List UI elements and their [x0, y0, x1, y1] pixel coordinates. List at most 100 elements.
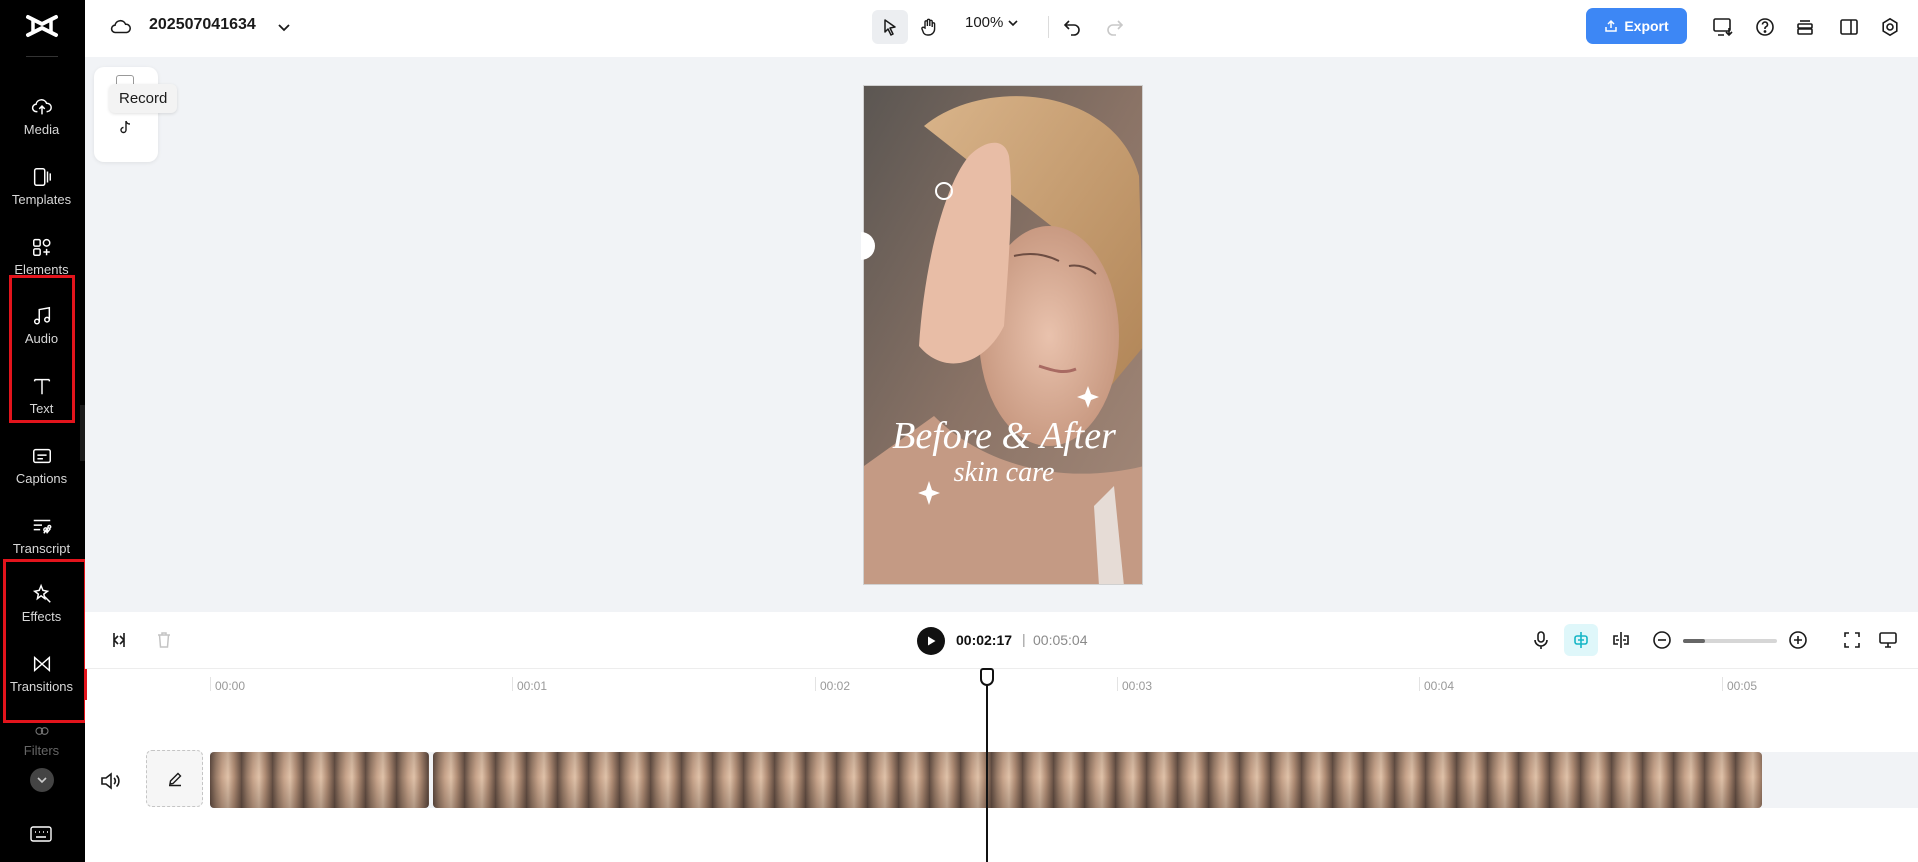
redo-button[interactable] [1097, 10, 1133, 44]
play-icon [928, 636, 936, 646]
timeline-display-button[interactable] [1874, 626, 1902, 654]
chevron-down-icon [1008, 19, 1018, 26]
sidebar-item-text[interactable]: Text [0, 365, 83, 431]
sidebar-item-label: Captions [15, 471, 68, 486]
magnet-icon [1574, 632, 1588, 648]
ruler-tick [1117, 677, 1118, 691]
stack-icon [1797, 20, 1813, 35]
ruler-label: 00:03 [1122, 679, 1153, 693]
fit-timeline-button[interactable] [1838, 626, 1866, 654]
sidebar-item-label: Filters [23, 743, 60, 758]
hand-tool-button[interactable] [911, 10, 947, 44]
ruler-label: 00:05 [1727, 679, 1758, 693]
sidebar: Media Templates Elements Audio Text Capt… [0, 0, 87, 862]
side-panel-icon [1840, 19, 1858, 35]
sidebar-item-label: Templates [11, 192, 72, 207]
playhead-handle[interactable] [980, 668, 994, 686]
zoom-in-button[interactable] [1784, 626, 1812, 654]
settings-button[interactable] [1875, 12, 1905, 42]
sidebar-item-elements[interactable]: Elements [0, 226, 83, 292]
ruler-tick [1419, 677, 1420, 691]
select-tool-button[interactable] [872, 10, 908, 44]
sidebar-item-label: Media [23, 122, 60, 137]
cloud-icon[interactable] [110, 16, 132, 38]
trim-icon [113, 633, 125, 647]
play-button[interactable] [917, 627, 945, 655]
video-editor-app: Media Templates Elements Audio Text Capt… [0, 0, 1918, 862]
chevron-down-icon[interactable] [275, 18, 293, 36]
ruler-label: 00:00 [215, 679, 246, 693]
panel-toggle-button[interactable] [1834, 12, 1864, 42]
zoom-out-icon [1653, 631, 1671, 649]
sidebar-item-audio[interactable]: Audio [0, 295, 83, 361]
project-name[interactable]: 202507041634 [149, 16, 256, 34]
time-separator: | [1022, 631, 1026, 647]
keyboard-shortcuts-button[interactable] [29, 823, 53, 845]
trim-button[interactable] [105, 626, 133, 654]
video-preview[interactable]: Before & After skin care [863, 85, 1143, 585]
timeline-toolbar: 00:02:17 | 00:05:04 [85, 612, 1918, 668]
export-button[interactable]: Export [1586, 8, 1687, 44]
music-note-icon [33, 306, 50, 325]
capcut-logo [26, 15, 58, 37]
pencil-icon [168, 772, 181, 786]
sidebar-item-media[interactable]: Media [0, 86, 83, 152]
export-label: Export [1624, 18, 1669, 34]
transitions-icon [33, 655, 50, 673]
sidebar-item-filters[interactable]: Filters [0, 713, 83, 765]
help-icon [1756, 18, 1774, 36]
more-tools-button[interactable] [30, 768, 54, 792]
speaker-icon[interactable] [99, 770, 121, 792]
zoom-out-button[interactable] [1648, 626, 1676, 654]
record-voiceover-button[interactable] [1527, 626, 1555, 654]
text-icon [33, 378, 50, 395]
magic-wand-icon [32, 583, 51, 603]
ruler-label: 00:02 [820, 679, 851, 693]
sidebar-item-transcript[interactable]: Transcript [0, 505, 83, 571]
timeline-zoom-slider[interactable] [1683, 639, 1777, 643]
ruler-label: 00:01 [517, 679, 548, 693]
tiktok-icon[interactable] [117, 119, 133, 135]
video-clip-1[interactable] [210, 752, 429, 808]
current-time: 00:02:17 [956, 632, 1013, 648]
canvas-area: Record Before & After skin care [85, 57, 1918, 612]
ruler-tick [210, 677, 211, 691]
sidebar-item-captions[interactable]: Captions [0, 435, 83, 501]
sidebar-item-templates[interactable]: Templates [0, 156, 83, 222]
filters-icon [34, 727, 49, 735]
present-button[interactable] [1708, 12, 1738, 42]
layers-button[interactable] [1790, 12, 1820, 42]
video-clip-2[interactable] [433, 752, 1762, 808]
sidebar-item-label: Text [29, 401, 54, 416]
cloud-upload-icon [31, 99, 52, 115]
help-button[interactable] [1750, 12, 1780, 42]
timeline-ruler[interactable]: 00:00 00:01 00:02 00:03 00:04 00:05 [85, 668, 1918, 700]
sidebar-item-transitions[interactable]: Transitions [0, 643, 83, 709]
playhead-line [986, 677, 988, 862]
trash-icon [158, 632, 170, 648]
templates-icon [33, 168, 51, 186]
total-duration: 00:05:04 [1033, 632, 1088, 648]
keyboard-icon [30, 826, 52, 842]
zoom-dropdown[interactable]: 100% [965, 14, 1019, 31]
sidebar-item-label: Transitions [9, 679, 74, 694]
transcript-icon [33, 519, 51, 534]
sidebar-item-effects[interactable]: Effects [0, 573, 83, 639]
hand-icon [921, 18, 936, 36]
sidebar-item-label: Elements [14, 262, 69, 277]
undo-button[interactable] [1054, 10, 1090, 44]
sidebar-item-label: Effects [21, 609, 62, 624]
auto-snap-button[interactable] [1564, 624, 1598, 656]
zoom-value: 100% [965, 14, 1004, 31]
delete-button[interactable] [150, 626, 178, 654]
ruler-tick [512, 677, 513, 691]
preview-title-line2: skin care [954, 457, 1055, 488]
ruler-tick [1722, 677, 1723, 691]
split-icon [1613, 632, 1629, 648]
clip-overlay [433, 752, 1762, 808]
gear-icon [1882, 17, 1898, 37]
fullscreen-icon [1844, 632, 1860, 648]
elements-icon [32, 238, 51, 256]
edit-cover-button[interactable] [146, 750, 203, 807]
split-button[interactable] [1607, 626, 1635, 654]
